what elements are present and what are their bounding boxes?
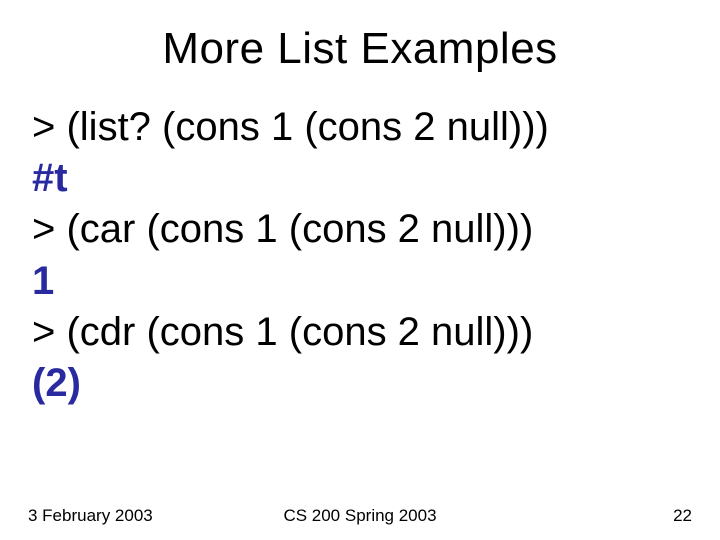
repl-input-3: > (cdr (cons 1 (cons 2 null))) [32, 307, 696, 358]
slide: More List Examples > (list? (cons 1 (con… [0, 0, 720, 540]
footer-page-number: 22 [673, 506, 692, 526]
repl-output-3: (2) [32, 358, 696, 409]
footer-course: CS 200 Spring 2003 [0, 506, 720, 526]
slide-title: More List Examples [24, 24, 696, 74]
repl-input-2: > (car (cons 1 (cons 2 null))) [32, 204, 696, 255]
slide-body: > (list? (cons 1 (cons 2 null))) #t > (c… [24, 102, 696, 409]
repl-output-2: 1 [32, 256, 696, 307]
repl-input-1: > (list? (cons 1 (cons 2 null))) [32, 102, 696, 153]
repl-output-1: #t [32, 153, 696, 204]
